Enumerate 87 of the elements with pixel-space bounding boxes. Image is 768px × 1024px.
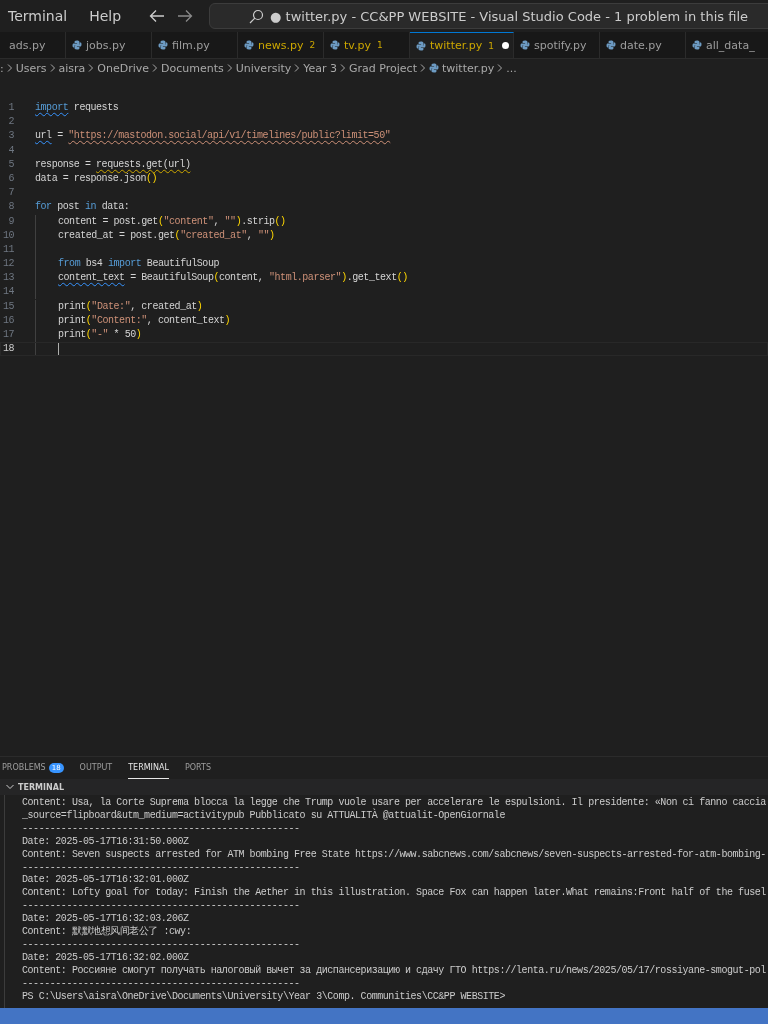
terminal-line: Content: Usa, la Corte Suprema blocca la legge che Trump vuole usare per accelerare le espulsioni. Il presidente: «Non ci fanno caccia bbox=[22, 797, 767, 808]
terminal-line: Date: 2025-05-17T16:32:01.000Z bbox=[22, 874, 190, 887]
breadcrumb-item[interactable]: Documents bbox=[161, 61, 224, 75]
line-number: 9 bbox=[7, 214, 14, 229]
terminal-line: Content: 默默地想风间老公了 :cwy: bbox=[22, 926, 193, 939]
python-file-icon bbox=[520, 40, 530, 50]
chevron-right-icon bbox=[6, 64, 13, 72]
forward-arrow-icon[interactable] bbox=[177, 9, 194, 23]
line-number: 14 bbox=[1, 285, 14, 300]
line-number: 5 bbox=[7, 157, 14, 172]
terminal-line: -------------------------------------------------- bbox=[22, 977, 301, 991]
terminal-section-header[interactable]: TERMINAL bbox=[0, 779, 768, 795]
terminal-line: Date: 2025-05-17T16:32:02.000Z bbox=[22, 951, 190, 965]
line-number: 10 bbox=[1, 228, 14, 243]
code-line: print("Content:", content_text) bbox=[58, 313, 231, 328]
breadcrumb-item[interactable]: Grad Project bbox=[349, 61, 417, 75]
chevron-right-icon bbox=[49, 64, 56, 72]
python-file-icon bbox=[692, 40, 702, 50]
breadcrumb-item[interactable]: Users bbox=[15, 61, 47, 75]
line-number: 15 bbox=[1, 299, 14, 314]
python-file-icon bbox=[158, 40, 168, 50]
terminal-line: Content: Россияне смогут получать налоговый вычет за диспансеризацию и сдачу ГТО https://lenta.ru/news/2025/05/17/rossiyane-smogut-pol bbox=[22, 964, 767, 978]
code-line: import requests bbox=[35, 101, 119, 115]
terminal-line: -------------------------------------------------- bbox=[22, 900, 301, 914]
line-number: 17 bbox=[1, 328, 14, 342]
python-file-icon bbox=[72, 40, 82, 50]
chevron-right-icon bbox=[497, 64, 504, 72]
text-cursor bbox=[58, 342, 59, 356]
panel-tab[interactable]: OUTPUT bbox=[79, 757, 113, 779]
breadcrumb-item[interactable]: Year 3 bbox=[303, 61, 338, 75]
panel-tab[interactable]: PORTS bbox=[184, 757, 211, 779]
breadcrumb-item[interactable]: University bbox=[235, 61, 292, 75]
chevron-right-icon bbox=[294, 64, 301, 72]
menu-item[interactable]: Terminal bbox=[8, 8, 78, 24]
chevron-right-icon bbox=[340, 64, 347, 72]
back-arrow-icon[interactable] bbox=[149, 9, 166, 23]
line-number: 7 bbox=[7, 186, 14, 201]
terminal-line: Date: 2025-05-17T16:31:50.000Z bbox=[22, 835, 190, 849]
terminal-line: _source=flipboard&utm_medium=activitypub Pubblicato su ATTUALITÀ @attualit-OpenGiornale bbox=[22, 809, 506, 823]
code-line: data = response.json() bbox=[35, 171, 158, 186]
window-title: ● twitter.py - CC&PP WEBSITE - Visual Studio Code - 1 problem in this file bbox=[270, 8, 748, 24]
chevron-right-icon bbox=[88, 64, 95, 72]
breadcrumb-item[interactable]: : bbox=[0, 61, 4, 75]
chevron-right-icon bbox=[420, 64, 426, 72]
editor-tab[interactable]: twitter.py 1 bbox=[410, 32, 514, 58]
line-number: 6 bbox=[7, 171, 14, 186]
line-number: 12 bbox=[1, 257, 14, 272]
command-center-search[interactable]: ● twitter.py - CC&PP WEBSITE - Visual Studio Code - 1 problem in this file bbox=[209, 3, 768, 29]
chevron-right-icon bbox=[152, 64, 159, 72]
python-file-icon bbox=[330, 40, 340, 50]
line-number: 3 bbox=[7, 129, 14, 144]
code-line: content = post.get("content", "").strip() bbox=[58, 214, 286, 229]
code-line: content_text = BeautifulSoup(content, "html.parser").get_text() bbox=[58, 271, 408, 286]
python-file-icon bbox=[429, 63, 439, 73]
line-number: 1 bbox=[7, 101, 14, 115]
breadcrumb-item[interactable]: OneDrive bbox=[97, 61, 150, 75]
code-line: created_at = post.get("created_at", "") bbox=[58, 228, 275, 243]
python-file-icon bbox=[606, 40, 616, 50]
terminal-line: -------------------------------------------------- bbox=[22, 938, 301, 952]
chevron-right-icon bbox=[226, 64, 233, 72]
line-number: 11 bbox=[1, 242, 14, 257]
line-number: 18 bbox=[1, 342, 14, 357]
code-line: for post in data: bbox=[35, 200, 130, 215]
code-line: print("Date:", created_at) bbox=[58, 299, 203, 314]
terminal-line: Date: 2025-05-17T16:32:03.206Z bbox=[22, 913, 190, 925]
line-number: 2 bbox=[7, 115, 14, 130]
line-number: 16 bbox=[1, 313, 14, 328]
code-line: print("-" * 50) bbox=[58, 328, 142, 342]
terminal-line: -------------------------------------------------- bbox=[22, 861, 301, 875]
menu-item[interactable]: Help bbox=[89, 8, 132, 24]
terminal-line: Content: Seven suspects arrested for ATM bombing Free State https://www.sabcnews.com/sabcnews/seven-suspects-arrested-for-atm-bombing- bbox=[22, 848, 767, 862]
python-file-icon bbox=[416, 40, 426, 51]
code-line: url = "https://mastodon.social/api/v1/timelines/public?limit=50" bbox=[35, 129, 391, 144]
line-number: 8 bbox=[7, 200, 14, 215]
terminal-section-title: TERMINAL bbox=[18, 782, 64, 792]
breadcrumb-item[interactable]: ... bbox=[506, 61, 517, 75]
code-line: from bs4 import BeautifulSoup bbox=[58, 257, 219, 272]
line-number: 13 bbox=[1, 271, 14, 286]
code-line: response = requests.get(url) bbox=[35, 157, 191, 172]
terminal-line: PS C:\Users\aisra\OneDrive\Documents\University\Year 3\Comp. Communities\CC&PP WEBSITE> bbox=[22, 990, 506, 1004]
search-icon bbox=[249, 8, 265, 24]
line-number: 4 bbox=[7, 143, 14, 158]
breadcrumb-item[interactable]: twitter.py bbox=[442, 61, 495, 75]
terminal-line: Content: Lofty goal for today: Finish the Aether in this illustration. Space Fox can happen later.What remains:Front half of the fusel bbox=[22, 887, 767, 901]
breadcrumb-item[interactable]: aisra bbox=[58, 61, 86, 75]
python-file-icon bbox=[244, 40, 254, 50]
terminal-line: -------------------------------------------------- bbox=[22, 822, 301, 836]
